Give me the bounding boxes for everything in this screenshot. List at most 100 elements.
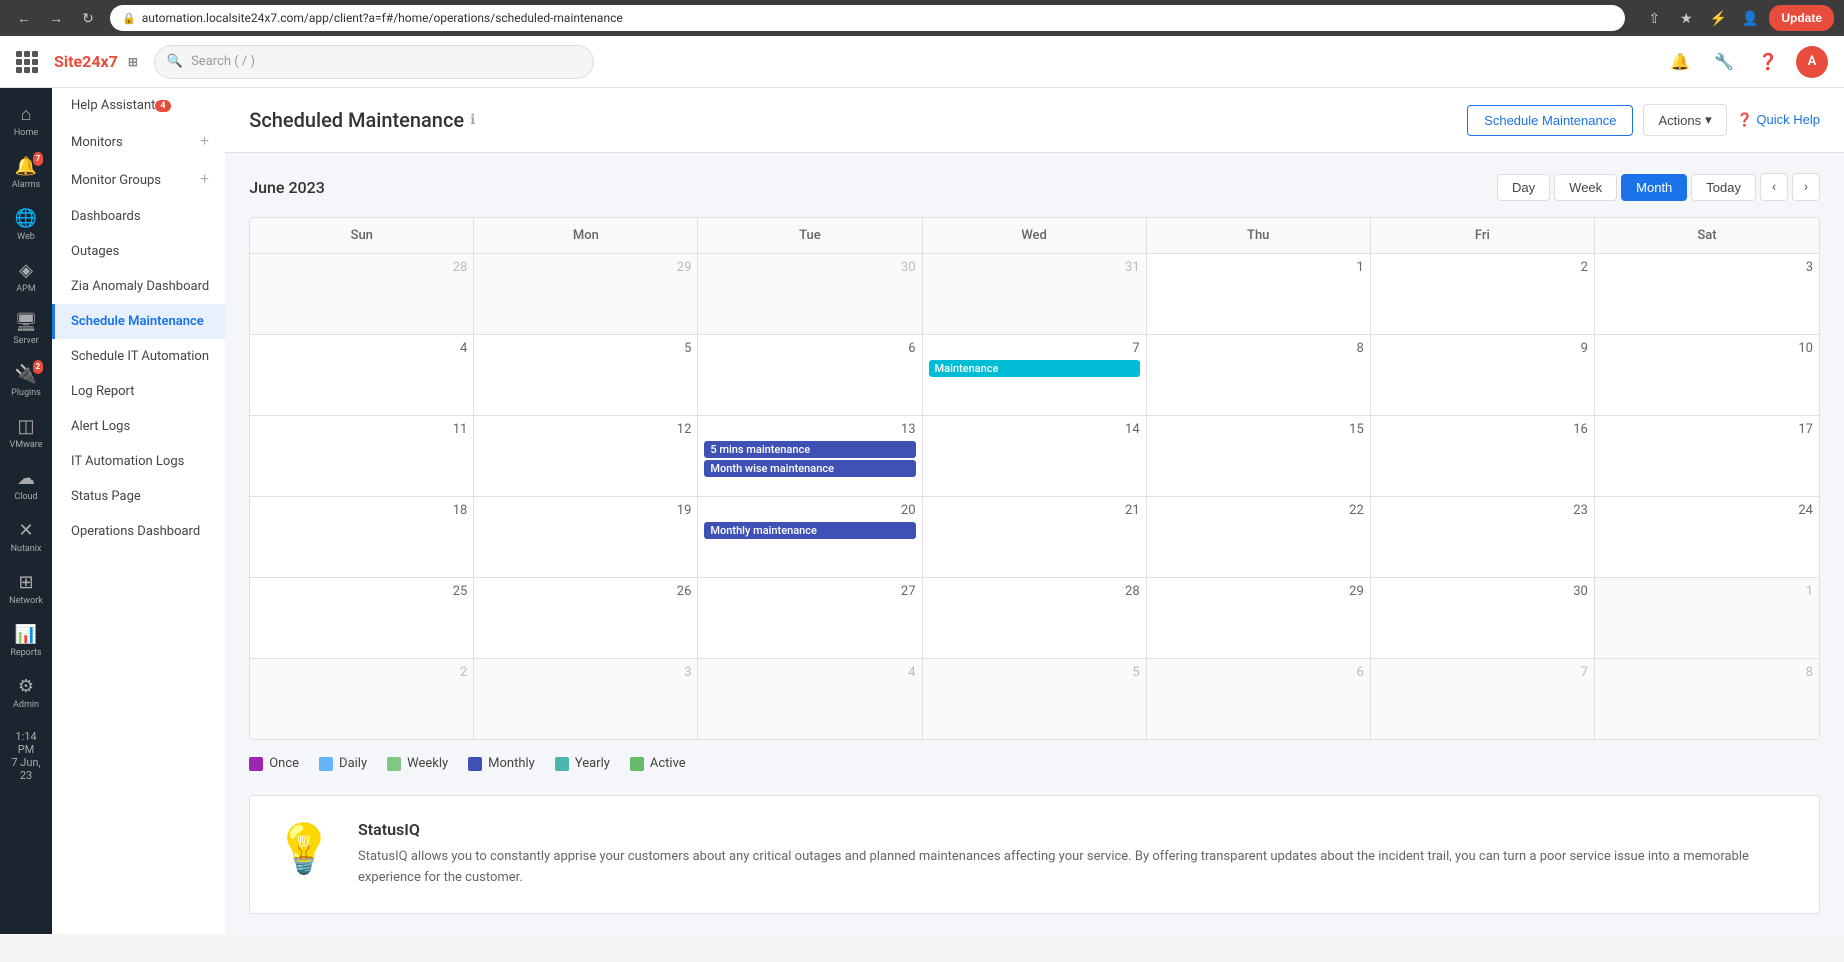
sidebar-menu-zia-anomaly[interactable]: Zia Anomaly Dashboard xyxy=(52,269,225,304)
actions-button[interactable]: Actions ▾ xyxy=(1643,104,1726,136)
cal-cell[interactable]: 4 xyxy=(698,659,922,739)
sidebar-menu-outages[interactable]: Outages xyxy=(52,234,225,269)
cal-cell[interactable]: 29 xyxy=(474,254,698,334)
monitors-add-button[interactable]: + xyxy=(200,133,209,151)
sidebar-menu-monitors[interactable]: Monitors + xyxy=(52,123,225,161)
share-icon[interactable]: ⇧ xyxy=(1641,5,1667,31)
event-monthly-maintenance[interactable]: Monthly maintenance xyxy=(704,522,915,539)
cal-cell[interactable]: 5 xyxy=(474,335,698,415)
sidebar-menu-log-report[interactable]: Log Report xyxy=(52,374,225,409)
cal-cell[interactable]: 8 xyxy=(1147,335,1371,415)
sidebar-menu-help-assistant[interactable]: Help Assistant 4 xyxy=(52,88,225,123)
cal-cell[interactable]: 21 xyxy=(923,497,1147,577)
view-week-button[interactable]: Week xyxy=(1554,174,1617,201)
sidebar-menu-operations-dashboard[interactable]: Operations Dashboard xyxy=(52,514,225,549)
cal-cell[interactable]: 17 xyxy=(1595,416,1819,496)
cal-cell[interactable]: 8 xyxy=(1595,659,1819,739)
app-logo[interactable]: Site24x7 ⊞ xyxy=(54,52,138,71)
cal-cell[interactable]: 12 xyxy=(474,416,698,496)
cal-cell[interactable]: 19 xyxy=(474,497,698,577)
sidebar-item-alarms[interactable]: 🔔 7 Alarms xyxy=(2,148,50,198)
sidebar-menu-schedule-it-automation[interactable]: Schedule IT Automation xyxy=(52,339,225,374)
cal-cell[interactable]: 5 xyxy=(923,659,1147,739)
star-icon[interactable]: ★ xyxy=(1673,5,1699,31)
forward-button[interactable]: → xyxy=(42,4,70,32)
sidebar-item-home[interactable]: ⌂ Home xyxy=(2,96,50,146)
cal-cell[interactable]: 2 xyxy=(250,659,474,739)
user-avatar[interactable]: A xyxy=(1796,46,1828,78)
cal-cell[interactable]: 25 xyxy=(250,578,474,658)
back-button[interactable]: ← xyxy=(10,4,38,32)
event-5mins-maintenance[interactable]: 5 mins maintenance xyxy=(704,441,915,458)
cal-cell[interactable]: 3 xyxy=(1595,254,1819,334)
sidebar-item-plugins[interactable]: 🔌 2 Plugins xyxy=(2,356,50,406)
search-bar[interactable]: 🔍 Search ( / ) xyxy=(154,45,594,79)
cal-cell[interactable]: 14 xyxy=(923,416,1147,496)
cal-cell[interactable]: 16 xyxy=(1371,416,1595,496)
sidebar-item-nutanix[interactable]: ✕ Nutanix xyxy=(2,512,50,562)
tools-button[interactable]: 🔧 xyxy=(1708,46,1740,78)
cal-cell[interactable]: 23 xyxy=(1371,497,1595,577)
sidebar-item-network[interactable]: ⊞ Network xyxy=(2,564,50,614)
next-month-button[interactable]: › xyxy=(1792,173,1820,201)
sidebar-menu-monitor-groups[interactable]: Monitor Groups + xyxy=(52,161,225,199)
view-day-button[interactable]: Day xyxy=(1497,174,1550,201)
cal-cell[interactable]: 28 xyxy=(250,254,474,334)
cal-cell-jun20[interactable]: 20 Monthly maintenance xyxy=(698,497,922,577)
cal-cell[interactable]: 29 xyxy=(1147,578,1371,658)
cal-cell-jun13[interactable]: 13 5 mins maintenance Month wise mainten… xyxy=(698,416,922,496)
sidebar-menu-dashboards[interactable]: Dashboards xyxy=(52,199,225,234)
quick-help-button[interactable]: ❓ Quick Help xyxy=(1737,112,1820,128)
cal-cell[interactable]: 15 xyxy=(1147,416,1371,496)
cal-cell[interactable]: 6 xyxy=(698,335,922,415)
schedule-maintenance-button[interactable]: Schedule Maintenance xyxy=(1467,105,1633,136)
cal-cell[interactable]: 26 xyxy=(474,578,698,658)
extensions-icon[interactable]: ⚡ xyxy=(1705,5,1731,31)
prev-month-button[interactable]: ‹ xyxy=(1760,173,1788,201)
cal-cell[interactable]: 1 xyxy=(1147,254,1371,334)
event-monthwise-maintenance[interactable]: Month wise maintenance xyxy=(704,460,915,477)
sidebar-item-web[interactable]: 🌐 Web xyxy=(2,200,50,250)
url-bar[interactable]: 🔒 automation.localsite24x7.com/app/clien… xyxy=(110,5,1625,31)
cal-cell[interactable]: 30 xyxy=(1371,578,1595,658)
cal-cell[interactable]: 6 xyxy=(1147,659,1371,739)
info-icon[interactable]: ℹ xyxy=(470,112,475,128)
view-month-button[interactable]: Month xyxy=(1621,174,1687,201)
help-button[interactable]: ❓ xyxy=(1752,46,1784,78)
cal-cell[interactable]: 30 xyxy=(698,254,922,334)
cal-cell[interactable]: 18 xyxy=(250,497,474,577)
sidebar-menu-alert-logs[interactable]: Alert Logs xyxy=(52,409,225,444)
refresh-button[interactable]: ↻ xyxy=(74,4,102,32)
day-header-mon: Mon xyxy=(474,218,698,253)
cal-cell[interactable]: 27 xyxy=(698,578,922,658)
cal-cell[interactable]: 1 xyxy=(1595,578,1819,658)
cal-cell[interactable]: 9 xyxy=(1371,335,1595,415)
cal-cell[interactable]: 7 xyxy=(1371,659,1595,739)
grid-menu-icon[interactable] xyxy=(16,51,38,73)
sidebar-item-reports[interactable]: 📊 Reports xyxy=(2,616,50,666)
sidebar-item-apm[interactable]: ◈ APM xyxy=(2,252,50,302)
sidebar-item-cloud[interactable]: ☁ Cloud xyxy=(2,460,50,510)
cal-cell[interactable]: 31 xyxy=(923,254,1147,334)
today-button[interactable]: Today xyxy=(1691,174,1756,201)
sidebar-menu-status-page[interactable]: Status Page xyxy=(52,479,225,514)
profile-icon[interactable]: 👤 xyxy=(1737,5,1763,31)
cal-cell[interactable]: 3 xyxy=(474,659,698,739)
cal-cell[interactable]: 24 xyxy=(1595,497,1819,577)
cal-cell[interactable]: 4 xyxy=(250,335,474,415)
notifications-button[interactable]: 🔔 xyxy=(1664,46,1696,78)
cal-cell[interactable]: 28 xyxy=(923,578,1147,658)
sidebar-menu-schedule-maintenance[interactable]: Schedule Maintenance xyxy=(52,304,225,339)
event-maintenance[interactable]: Maintenance xyxy=(929,360,1140,377)
cal-cell[interactable]: 11 xyxy=(250,416,474,496)
sidebar-item-vmware[interactable]: ◫ VMware xyxy=(2,408,50,458)
cal-cell[interactable]: 2 xyxy=(1371,254,1595,334)
monitor-groups-add-button[interactable]: + xyxy=(200,171,209,189)
sidebar-item-admin[interactable]: ⚙ Admin xyxy=(2,668,50,718)
sidebar-menu-it-automation-logs[interactable]: IT Automation Logs xyxy=(52,444,225,479)
cal-cell[interactable]: 10 xyxy=(1595,335,1819,415)
cal-cell-jun7[interactable]: 7 Maintenance xyxy=(923,335,1147,415)
sidebar-item-server[interactable]: 🖥 Server xyxy=(2,304,50,354)
update-button[interactable]: Update xyxy=(1769,5,1834,31)
cal-cell[interactable]: 22 xyxy=(1147,497,1371,577)
